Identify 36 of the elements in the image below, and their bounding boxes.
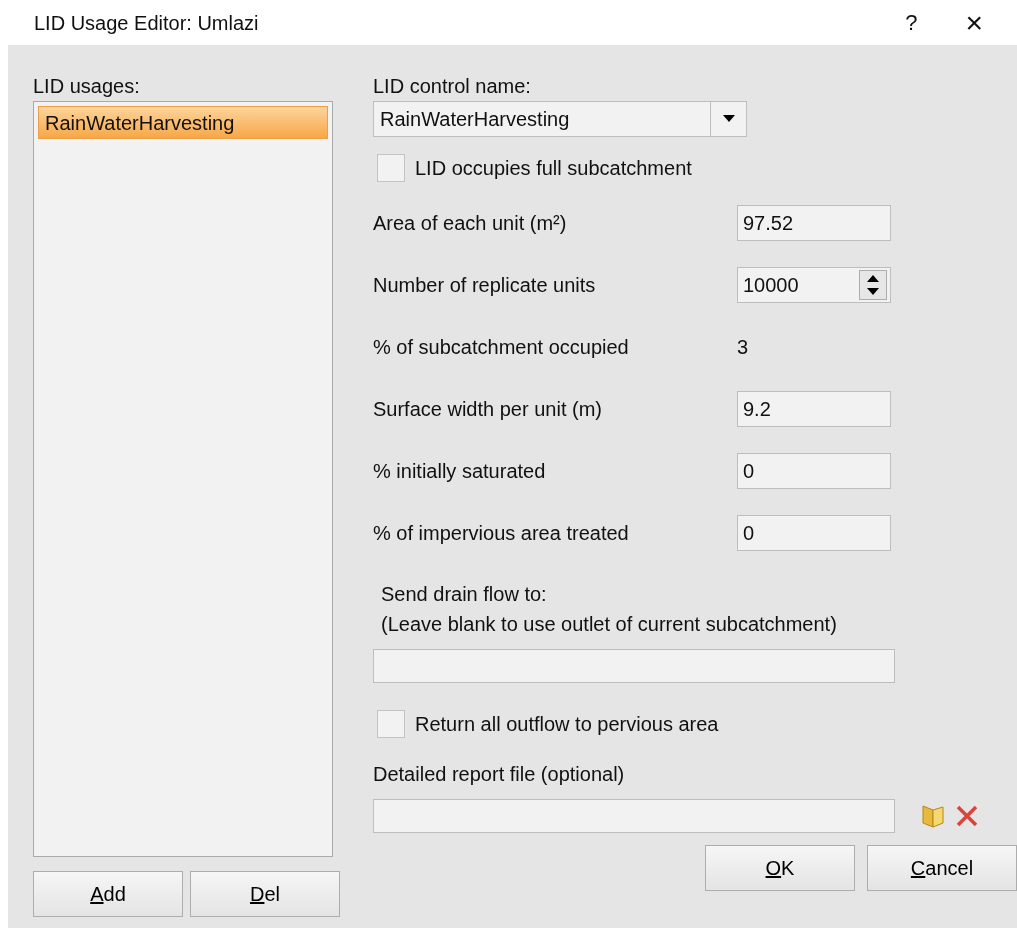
hint-text: (Leave blank to use outlet of current subcatchment) bbox=[381, 612, 838, 637]
field-label: % of subcatchment occupied bbox=[373, 335, 629, 360]
spin-arrows-icon[interactable] bbox=[859, 270, 887, 300]
checkbox[interactable] bbox=[377, 710, 405, 738]
field-label: Area of each unit (m²) bbox=[373, 211, 567, 236]
readout-value: 3 bbox=[737, 335, 749, 360]
field-label: % initially saturated bbox=[373, 459, 546, 484]
list-item[interactable]: RainWaterHarvesting bbox=[38, 106, 328, 139]
window-title: LID Usage Editor: Umlazi bbox=[34, 10, 259, 36]
delete-icon[interactable] bbox=[955, 804, 979, 828]
field-label: Send drain flow to: bbox=[381, 582, 548, 607]
checkbox-label: Return all outflow to pervious area bbox=[415, 712, 719, 737]
dialog-button[interactable]: Del bbox=[190, 871, 340, 917]
help-button[interactable]: ? bbox=[905, 6, 918, 39]
dropdown[interactable]: RainWaterHarvesting bbox=[373, 101, 747, 137]
folder-icon[interactable] bbox=[921, 803, 945, 829]
input-field[interactable] bbox=[373, 799, 895, 833]
dialog-button[interactable]: OK bbox=[705, 845, 855, 891]
input-field[interactable]: 97.52 bbox=[737, 205, 891, 241]
checkbox[interactable] bbox=[377, 154, 405, 182]
field-label: % of impervious area treated bbox=[373, 521, 629, 546]
dialog-button[interactable]: Add bbox=[33, 871, 183, 917]
field-label: LID control name: bbox=[373, 74, 532, 99]
dialog-button[interactable]: Cancel bbox=[867, 845, 1017, 891]
field-label: Surface width per unit (m) bbox=[373, 397, 602, 422]
field-label: Number of replicate units bbox=[373, 273, 596, 298]
caret-icon bbox=[722, 115, 735, 123]
field-label: Detailed report file (optional) bbox=[373, 762, 626, 787]
close-button[interactable]: × bbox=[965, 7, 983, 38]
input-field[interactable] bbox=[373, 649, 895, 683]
input-field[interactable]: 0 bbox=[737, 515, 891, 551]
list-label: LID usages: bbox=[33, 74, 141, 99]
input-field[interactable]: 9.2 bbox=[737, 391, 891, 427]
checkbox-label: LID occupies full subcatchment bbox=[415, 156, 692, 181]
input-field[interactable]: 0 bbox=[737, 453, 891, 489]
spin-field[interactable]: 10000 bbox=[737, 267, 891, 303]
